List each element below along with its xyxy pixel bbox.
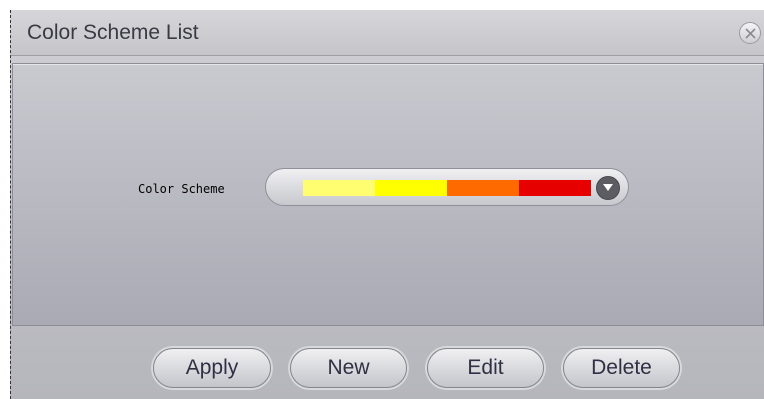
color-scheme-dropdown[interactable] xyxy=(265,168,629,206)
dialog-title: Color Scheme List xyxy=(27,21,199,44)
title-bar: Color Scheme List xyxy=(11,10,764,56)
delete-button[interactable]: Delete xyxy=(563,348,680,388)
color-scheme-preview xyxy=(303,180,591,196)
dropdown-toggle[interactable] xyxy=(596,176,620,200)
chevron-down-icon xyxy=(603,184,613,191)
color-scheme-label: Color Scheme xyxy=(138,182,225,196)
close-icon xyxy=(745,28,756,39)
apply-button[interactable]: Apply xyxy=(153,348,271,388)
close-button[interactable] xyxy=(739,22,761,44)
new-button[interactable]: New xyxy=(290,348,407,388)
color-swatch xyxy=(519,180,591,196)
edit-button[interactable]: Edit xyxy=(427,348,544,388)
settings-panel: Color Scheme xyxy=(12,63,764,326)
color-swatch xyxy=(303,180,375,196)
color-scheme-list-dialog: Color Scheme List Color Scheme Apply New… xyxy=(10,10,764,399)
color-swatch xyxy=(375,180,447,196)
color-swatch xyxy=(447,180,519,196)
